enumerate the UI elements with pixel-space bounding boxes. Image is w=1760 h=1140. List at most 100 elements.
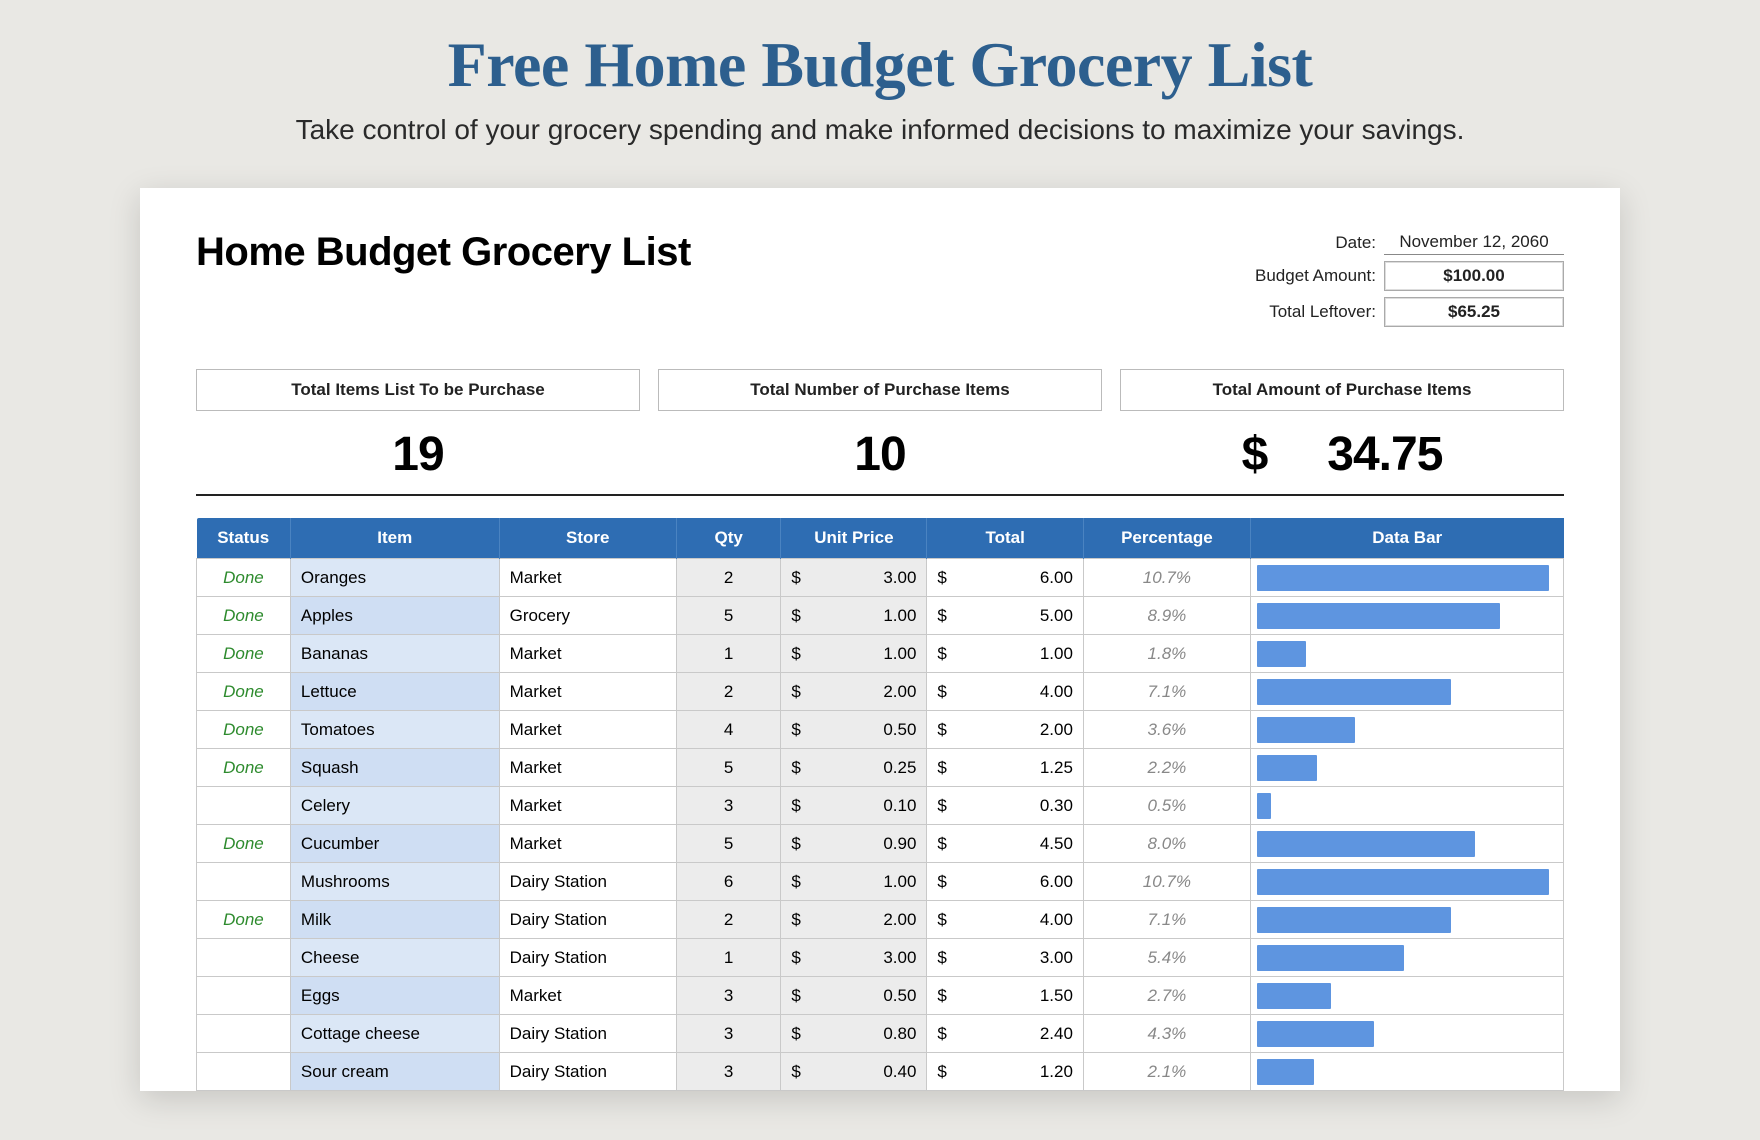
data-bar — [1257, 907, 1451, 933]
cell-unit[interactable]: 0.10 — [781, 787, 927, 825]
cell-item[interactable]: Squash — [290, 749, 499, 787]
table-row[interactable]: DoneApplesGrocery51.005.008.9% — [197, 597, 1564, 635]
cell-qty[interactable]: 3 — [676, 1015, 780, 1053]
table-row[interactable]: Cottage cheeseDairy Station30.802.404.3% — [197, 1015, 1564, 1053]
table-row[interactable]: DoneSquashMarket50.251.252.2% — [197, 749, 1564, 787]
cell-pct: 0.5% — [1083, 787, 1250, 825]
cell-store[interactable]: Market — [499, 977, 676, 1015]
table-row[interactable]: DoneOrangesMarket23.006.0010.7% — [197, 559, 1564, 597]
cell-total: 4.50 — [927, 825, 1084, 863]
cell-qty[interactable]: 4 — [676, 711, 780, 749]
cell-item[interactable]: Cucumber — [290, 825, 499, 863]
cell-store[interactable]: Market — [499, 749, 676, 787]
budget-value[interactable]: $100.00 — [1384, 261, 1564, 291]
cell-status[interactable] — [197, 1015, 291, 1053]
cell-item[interactable]: Eggs — [290, 977, 499, 1015]
cell-status[interactable]: Done — [197, 901, 291, 939]
cell-qty[interactable]: 2 — [676, 673, 780, 711]
cell-unit[interactable]: 1.00 — [781, 863, 927, 901]
cell-unit[interactable]: 0.80 — [781, 1015, 927, 1053]
cell-total: 2.00 — [927, 711, 1084, 749]
cell-bar — [1250, 597, 1563, 635]
table-row[interactable]: DoneBananasMarket11.001.001.8% — [197, 635, 1564, 673]
cell-qty[interactable]: 5 — [676, 825, 780, 863]
amount-number: 34.75 — [1327, 428, 1442, 481]
cell-unit[interactable]: 0.50 — [781, 711, 927, 749]
cell-qty[interactable]: 1 — [676, 939, 780, 977]
cell-qty[interactable]: 5 — [676, 597, 780, 635]
cell-item[interactable]: Milk — [290, 901, 499, 939]
cell-store[interactable]: Grocery — [499, 597, 676, 635]
table-row[interactable]: EggsMarket30.501.502.7% — [197, 977, 1564, 1015]
cell-store[interactable]: Market — [499, 559, 676, 597]
cell-status[interactable]: Done — [197, 673, 291, 711]
cell-store[interactable]: Dairy Station — [499, 939, 676, 977]
cell-status[interactable]: Done — [197, 711, 291, 749]
data-bar — [1257, 717, 1355, 743]
cell-unit[interactable]: 0.25 — [781, 749, 927, 787]
table-row[interactable]: DoneTomatoesMarket40.502.003.6% — [197, 711, 1564, 749]
cell-qty[interactable]: 3 — [676, 787, 780, 825]
cell-unit[interactable]: 0.50 — [781, 977, 927, 1015]
cell-store[interactable]: Dairy Station — [499, 901, 676, 939]
cell-item[interactable]: Apples — [290, 597, 499, 635]
cell-item[interactable]: Lettuce — [290, 673, 499, 711]
cell-status[interactable] — [197, 939, 291, 977]
cell-unit[interactable]: 1.00 — [781, 597, 927, 635]
cell-item[interactable]: Celery — [290, 787, 499, 825]
cell-unit[interactable]: 3.00 — [781, 559, 927, 597]
table-row[interactable]: DoneMilkDairy Station22.004.007.1% — [197, 901, 1564, 939]
cell-status[interactable] — [197, 787, 291, 825]
cell-unit[interactable]: 2.00 — [781, 901, 927, 939]
date-value[interactable]: November 12, 2060 — [1384, 230, 1564, 255]
cell-qty[interactable]: 2 — [676, 559, 780, 597]
cell-status[interactable] — [197, 977, 291, 1015]
cell-unit[interactable]: 1.00 — [781, 635, 927, 673]
table-row[interactable]: Sour creamDairy Station30.401.202.1% — [197, 1053, 1564, 1091]
cell-status[interactable]: Done — [197, 825, 291, 863]
cell-unit[interactable]: 0.90 — [781, 825, 927, 863]
cell-unit[interactable]: 0.40 — [781, 1053, 927, 1091]
cell-item[interactable]: Cheese — [290, 939, 499, 977]
leftover-label: Total Leftover: — [1214, 302, 1384, 322]
cell-total: 1.25 — [927, 749, 1084, 787]
cell-store[interactable]: Market — [499, 787, 676, 825]
cell-qty[interactable]: 5 — [676, 749, 780, 787]
cell-unit[interactable]: 2.00 — [781, 673, 927, 711]
cell-status[interactable] — [197, 863, 291, 901]
cell-item[interactable]: Oranges — [290, 559, 499, 597]
cell-item[interactable]: Sour cream — [290, 1053, 499, 1091]
cell-pct: 2.7% — [1083, 977, 1250, 1015]
cell-item[interactable]: Bananas — [290, 635, 499, 673]
cell-qty[interactable]: 2 — [676, 901, 780, 939]
cell-store[interactable]: Market — [499, 635, 676, 673]
cell-item[interactable]: Cottage cheese — [290, 1015, 499, 1053]
cell-store[interactable]: Market — [499, 711, 676, 749]
table-row[interactable]: DoneLettuceMarket22.004.007.1% — [197, 673, 1564, 711]
sheet-title: Home Budget Grocery List — [196, 230, 691, 275]
cell-store[interactable]: Dairy Station — [499, 1015, 676, 1053]
cell-qty[interactable]: 1 — [676, 635, 780, 673]
cell-unit[interactable]: 3.00 — [781, 939, 927, 977]
cell-pct: 8.9% — [1083, 597, 1250, 635]
cell-store[interactable]: Dairy Station — [499, 863, 676, 901]
table-row[interactable]: DoneCucumberMarket50.904.508.0% — [197, 825, 1564, 863]
cell-qty[interactable]: 3 — [676, 1053, 780, 1091]
table-row[interactable]: CeleryMarket30.100.300.5% — [197, 787, 1564, 825]
cell-status[interactable]: Done — [197, 559, 291, 597]
cell-total: 4.00 — [927, 901, 1084, 939]
cell-store[interactable]: Market — [499, 825, 676, 863]
cell-qty[interactable]: 6 — [676, 863, 780, 901]
cell-item[interactable]: Tomatoes — [290, 711, 499, 749]
cell-status[interactable]: Done — [197, 597, 291, 635]
cell-status[interactable] — [197, 1053, 291, 1091]
cell-status[interactable]: Done — [197, 635, 291, 673]
cell-status[interactable]: Done — [197, 749, 291, 787]
cell-qty[interactable]: 3 — [676, 977, 780, 1015]
cell-item[interactable]: Mushrooms — [290, 863, 499, 901]
table-row[interactable]: CheeseDairy Station13.003.005.4% — [197, 939, 1564, 977]
cell-store[interactable]: Market — [499, 673, 676, 711]
cell-store[interactable]: Dairy Station — [499, 1053, 676, 1091]
cell-pct: 7.1% — [1083, 673, 1250, 711]
table-row[interactable]: MushroomsDairy Station61.006.0010.7% — [197, 863, 1564, 901]
